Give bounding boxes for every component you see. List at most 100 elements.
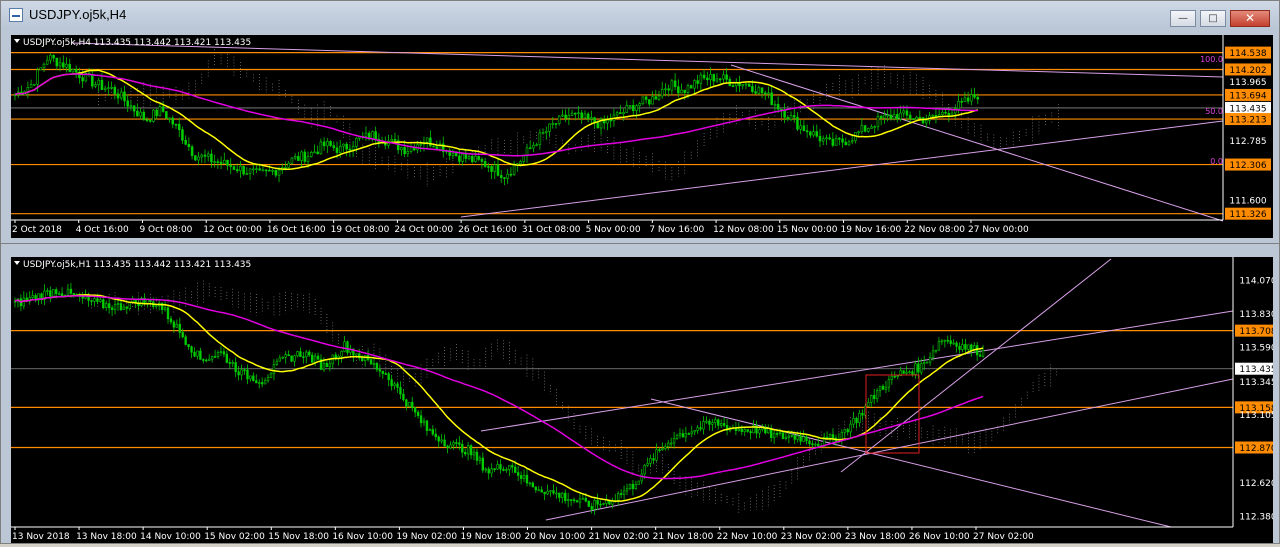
candle-body [123,91,126,102]
candle-body [802,125,806,131]
candle-body [606,119,609,124]
candle-body [558,492,561,498]
candle-body [805,130,809,133]
candle-body [243,369,246,372]
candle-body [981,350,985,357]
price-axis-label: 114.202 [1229,66,1266,76]
candle-body [316,151,319,155]
candle-body [570,112,574,116]
minimize-button[interactable]: — [1170,10,1196,27]
candle-body [81,77,84,82]
candle-body [161,106,165,112]
candle-body [970,94,973,102]
price-axis-label: 113.345 [1239,378,1273,388]
candle-body [718,78,722,81]
candle-body [49,290,52,297]
candle-body [802,436,805,442]
candle-body [687,433,691,435]
candle-body [213,356,217,358]
candle-body [946,339,949,342]
candle-body [139,111,142,117]
candle-body [194,155,197,161]
candle-body [960,101,963,103]
candle-body [506,173,509,179]
candle-body [696,80,699,84]
candle-body [789,115,793,120]
candle-body [654,96,658,100]
candle-body [74,69,78,73]
candle-body [808,440,811,444]
h1-price-chart[interactable]: USDJPY.oj5k,H1 113.435 113.442 113.421 1… [11,257,1280,543]
candle-body [293,156,297,159]
candle-body [793,435,796,440]
candle-body [425,137,429,143]
candle-body [934,349,938,352]
candle-body [628,483,632,489]
price-axis-label: 114.538 [1229,49,1266,59]
candle-body [335,147,339,153]
candle-body [245,173,249,175]
candle-body [770,92,773,105]
candle-body [658,449,661,451]
candle-body [712,74,716,82]
maximize-button[interactable]: □ [1200,10,1226,27]
candle-body [187,143,191,148]
price-axis-label: 114.070 [1239,277,1273,287]
candle-body [483,161,487,167]
candle-body [812,131,815,136]
candle-body [722,423,726,426]
candle-body [787,435,791,438]
candle-body [502,468,505,471]
candle-body [399,387,402,395]
candle-body [166,307,170,320]
candle-body [583,113,587,119]
time-axis-label: 15 Nov 00:00 [777,225,838,235]
candle-body [487,166,490,168]
window-titlebar[interactable]: USDJPY.oj5k,H4 — □ ✕ [1,1,1279,29]
candle-body [831,434,835,439]
candle-body [646,462,649,466]
candle-body [493,164,497,172]
time-axis-label: 19 Nov 16:00 [841,225,902,235]
candle-body [332,145,336,149]
candle-body [796,435,799,440]
candle-body [446,445,449,449]
candle-body [625,105,629,113]
candle-body [348,148,352,151]
candle-body [178,323,181,333]
h4-price-chart[interactable]: 100.0 50.0 0.0 USDJPY.oj5k,H4 113.435 113.4… [11,35,1273,238]
candle-body [266,377,270,382]
close-button[interactable]: ✕ [1230,10,1270,27]
candle-body [705,420,708,423]
candle-body [661,448,664,451]
candle-body [287,162,290,168]
candle-body [343,341,346,352]
candle-body [305,351,308,358]
candle-body [481,457,485,471]
candle-body [174,123,178,126]
candle-body [313,355,317,363]
time-axis-label: 27 Nov 02:00 [973,532,1034,542]
candle-body [749,431,752,434]
candle-body [776,103,780,110]
candle-body [892,114,896,120]
candle-body [549,490,552,492]
candle-body [105,303,108,308]
candle-body [429,137,432,147]
candle-body [132,105,136,112]
candle-body [672,438,676,444]
candle-body [818,135,822,142]
price-axis-label: 113.435 [1239,365,1273,375]
candle-body [799,125,802,130]
candle-body [744,83,748,86]
candle-body [187,344,190,347]
candle-body [393,138,397,141]
candle-body [902,370,905,374]
chart-window-icon [9,8,23,22]
candle-body [206,153,210,157]
candle-body [452,442,455,446]
candle-body [516,472,520,476]
candle-body [99,299,102,302]
candle-body [232,166,236,170]
candle-body [557,115,561,124]
